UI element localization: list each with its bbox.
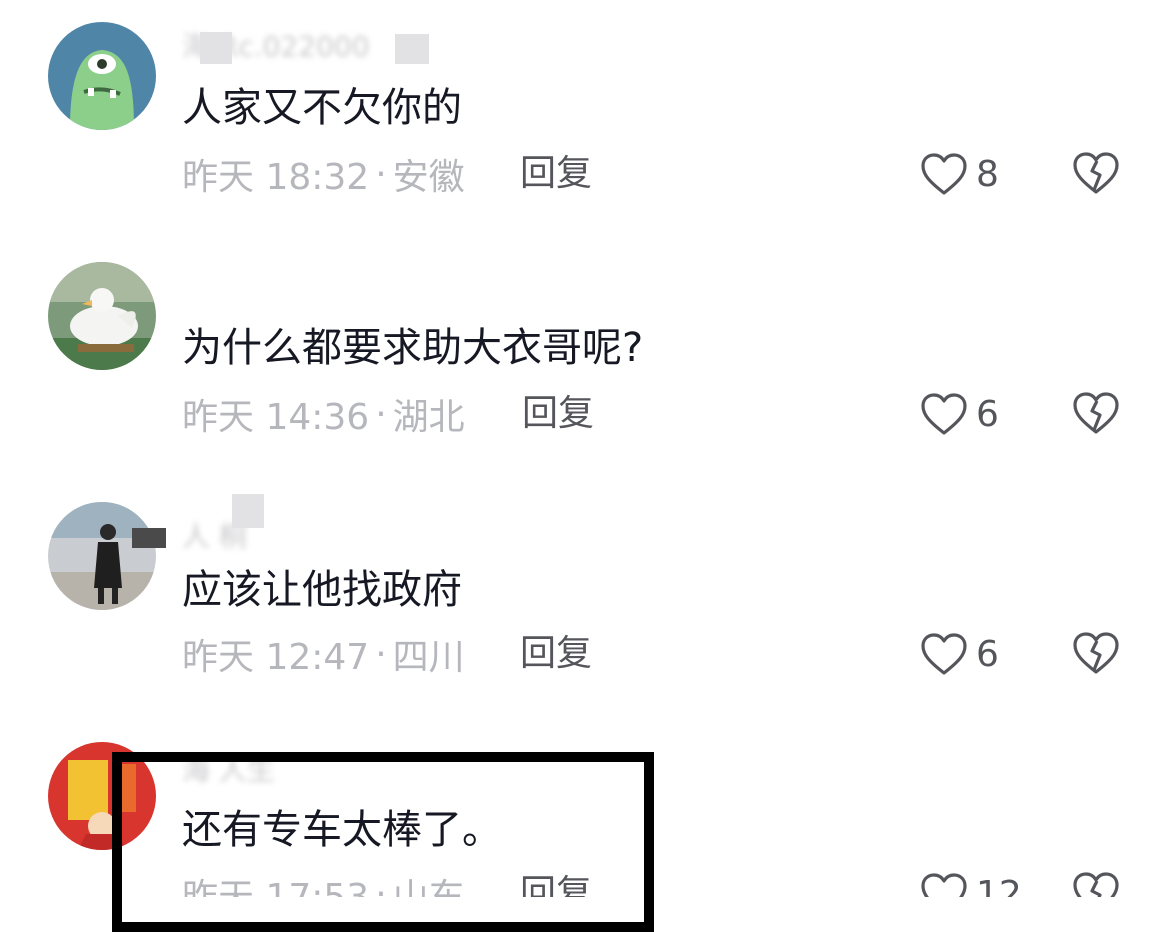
like-count: 12: [976, 873, 1022, 898]
comment-text: 应该让他找政府: [182, 567, 462, 613]
reply-button[interactable]: 回复: [520, 150, 592, 198]
reply-button[interactable]: 回复: [522, 390, 594, 438]
avatar[interactable]: [48, 262, 156, 370]
like-button[interactable]: 8: [920, 150, 999, 198]
like-count: 8: [976, 153, 999, 195]
broken-heart-icon: [1073, 632, 1119, 674]
reply-button[interactable]: 回复: [520, 630, 592, 678]
comment-location: 湖北: [392, 397, 465, 438]
comment-time: 昨天 18:32: [182, 157, 370, 198]
comment-time: 昨天 14:36: [182, 397, 370, 438]
dislike-button[interactable]: [1072, 630, 1120, 676]
comment-location: 四川: [392, 637, 465, 678]
heart-icon: [921, 633, 967, 675]
broken-heart-icon: [1073, 152, 1119, 194]
comment-location: 安徽: [392, 157, 465, 198]
comment-text: 为什么都要求助大衣哥呢?: [182, 325, 644, 371]
username-redaction: [200, 32, 232, 64]
like-count: 6: [976, 633, 999, 675]
white-duck-avatar-icon: [48, 262, 156, 370]
heart-icon: [921, 393, 967, 435]
like-button[interactable]: 6: [920, 630, 999, 678]
meta-separator: ·: [375, 153, 387, 195]
meta-separator: ·: [375, 633, 387, 675]
comment-meta: 昨天 14:36 · 湖北: [182, 390, 465, 439]
dislike-button[interactable]: [1072, 870, 1120, 897]
heart-icon: [921, 153, 967, 195]
username-redaction: [232, 494, 264, 528]
like-count: 6: [976, 393, 999, 435]
meta-separator: ·: [375, 393, 387, 435]
highlight-box: [112, 752, 654, 932]
comment-time: 昨天 12:47: [182, 637, 370, 678]
comment-text: 人家又不欠你的: [182, 85, 462, 131]
like-button[interactable]: 12: [920, 870, 1022, 897]
dislike-button[interactable]: [1072, 150, 1120, 196]
heart-icon: [921, 873, 967, 897]
username-redaction: [395, 34, 429, 64]
comment-meta: 昨天 12:47 · 四川: [182, 630, 465, 679]
person-walking-avatar-icon: [48, 502, 156, 610]
comment-item: 人 桐 应该让他找政府 昨天 12:47 · 四川 回复 6: [0, 480, 1170, 720]
avatar[interactable]: [48, 22, 156, 130]
green-monster-avatar-icon: [48, 22, 156, 130]
comment-item: 为什么都要求助大衣哥呢? 昨天 14:36 · 湖北 回复 6: [0, 240, 1170, 480]
dislike-button[interactable]: [1072, 390, 1120, 436]
comment-meta: 昨天 18:32 · 安徽: [182, 150, 465, 199]
comment-item: 海 Rc.022000 人家又不欠你的 昨天 18:32 · 安徽 回复 8: [0, 0, 1170, 240]
avatar-redaction: [132, 528, 166, 548]
broken-heart-icon: [1073, 392, 1119, 434]
avatar[interactable]: [48, 502, 156, 610]
like-button[interactable]: 6: [920, 390, 999, 438]
broken-heart-icon: [1073, 872, 1119, 897]
